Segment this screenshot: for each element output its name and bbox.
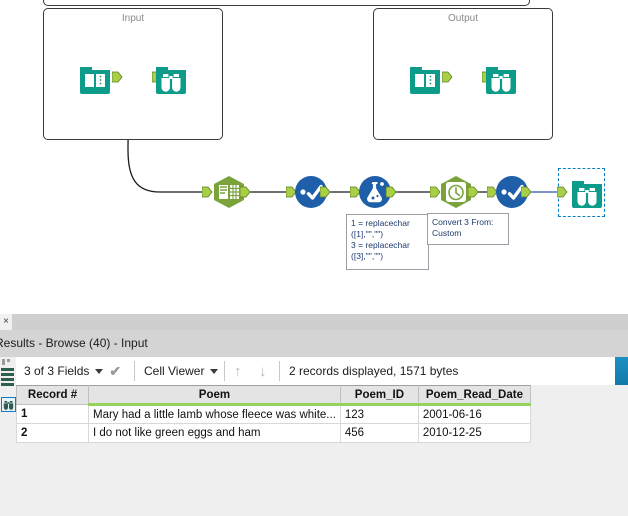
cell-poem-id[interactable]: 123: [339, 404, 419, 424]
formula-annotation[interactable]: 1 = replacechar ([1],'"',"") 3 = replace…: [346, 214, 429, 270]
column-header-poem-id[interactable]: Poem_ID: [339, 385, 419, 406]
cell-viewer-label: Cell Viewer: [144, 364, 205, 378]
toolbar-accent-block[interactable]: [615, 357, 628, 385]
results-table: Record # Poem Poem_ID Poem_Read_Date 1 M…: [16, 385, 531, 443]
cell-poem-read-date[interactable]: 2001-06-16: [417, 404, 531, 424]
close-tab-icon[interactable]: ×: [0, 314, 12, 330]
partial-container-box[interactable]: [43, 0, 530, 6]
connector-anchor-chain-out-5[interactable]: [521, 185, 532, 199]
container-input-title: Input: [121, 13, 145, 24]
cell-viewer-selector[interactable]: Cell Viewer: [144, 357, 219, 385]
input-data-tool-input[interactable]: [76, 59, 114, 97]
workflow-canvas[interactable]: Input Output 1 = replacechar ([1],'"',""…: [0, 0, 628, 300]
toolbar-divider-1: [134, 361, 135, 381]
results-grid[interactable]: Record # Poem Poem_ID Poem_Read_Date 1 M…: [16, 385, 628, 516]
results-toolbar[interactable]: 3 of 3 Fields ✔ Cell Viewer ↑ ↓ 2 record: [16, 357, 628, 385]
chevron-down-icon[interactable]: [95, 368, 104, 374]
results-title: Results - Browse (40) - Input: [0, 336, 148, 350]
datetime-annotation[interactable]: Convert 3 From: Custom: [427, 213, 509, 245]
connector-anchor-chain-out-3[interactable]: [386, 185, 397, 199]
results-pane: Results - Browse (40) - Input 3 of 3 Fie…: [0, 330, 628, 516]
cell-poem-id[interactable]: 456: [339, 423, 419, 443]
tab-strip[interactable]: ×: [0, 314, 628, 330]
column-header-poem-read-date[interactable]: Poem_Read_Date: [417, 385, 531, 406]
container-output[interactable]: Output: [373, 8, 553, 140]
connector-anchor-out-2[interactable]: [442, 70, 453, 84]
cell-record[interactable]: 2: [16, 423, 89, 443]
column-header-poem[interactable]: Poem: [88, 385, 341, 406]
table-row[interactable]: 1 Mary had a little lamb whose fleece wa…: [16, 404, 531, 424]
connector-anchor-chain-out-1[interactable]: [240, 185, 251, 199]
connector-anchor-out[interactable]: [112, 70, 123, 84]
application-window: Input Output 1 = replacechar ([1],'"',""…: [0, 0, 628, 516]
record-status-text: 2 records displayed, 1571 bytes: [289, 364, 459, 378]
binoculars-icon[interactable]: [1, 397, 16, 412]
fields-selector-label: 3 of 3 Fields: [24, 364, 90, 378]
scroll-up-button[interactable]: ↑: [234, 357, 242, 385]
chevron-down-icon-2[interactable]: [210, 368, 219, 374]
browse-tool-selected[interactable]: [568, 173, 606, 211]
container-output-title: Output: [447, 13, 479, 24]
connector-anchor-chain-in-6[interactable]: [557, 185, 568, 199]
cell-record[interactable]: 1: [16, 404, 89, 424]
results-body: 3 of 3 Fields ✔ Cell Viewer ↑ ↓ 2 record: [0, 357, 628, 516]
scroll-down-button[interactable]: ↓: [259, 357, 267, 385]
cell-poem[interactable]: I do not like green eggs and ham: [88, 423, 341, 443]
column-header-record[interactable]: Record #: [16, 385, 89, 405]
container-input[interactable]: Input: [43, 8, 223, 140]
browse-tool-output[interactable]: [482, 59, 520, 97]
arrow-down-icon[interactable]: ↓: [259, 363, 267, 380]
input-data-tool-output[interactable]: [406, 59, 444, 97]
results-header: Results - Browse (40) - Input: [0, 330, 628, 357]
cell-poem-read-date[interactable]: 2010-12-25: [417, 423, 531, 443]
table-header-row: Record # Poem Poem_ID Poem_Read_Date: [16, 385, 531, 406]
fields-selector[interactable]: 3 of 3 Fields ✔: [24, 357, 121, 385]
arrow-up-icon[interactable]: ↑: [234, 363, 242, 380]
check-icon[interactable]: ✔: [109, 363, 121, 380]
results-left-rail[interactable]: [0, 357, 16, 516]
list-icon[interactable]: [1, 368, 15, 388]
connector-anchor-chain-out-2[interactable]: [320, 185, 331, 199]
toolbar-divider-3: [279, 361, 280, 381]
table-row[interactable]: 2 I do not like green eggs and ham 456 2…: [16, 423, 531, 443]
toolbar-divider-2: [224, 361, 225, 381]
connector-anchor-chain-out-4[interactable]: [468, 185, 479, 199]
drag-grip-icon[interactable]: [2, 359, 13, 365]
browse-tool-input[interactable]: [152, 59, 190, 97]
cell-poem[interactable]: Mary had a little lamb whose fleece was …: [88, 404, 341, 424]
pane-splitter[interactable]: [0, 300, 628, 314]
